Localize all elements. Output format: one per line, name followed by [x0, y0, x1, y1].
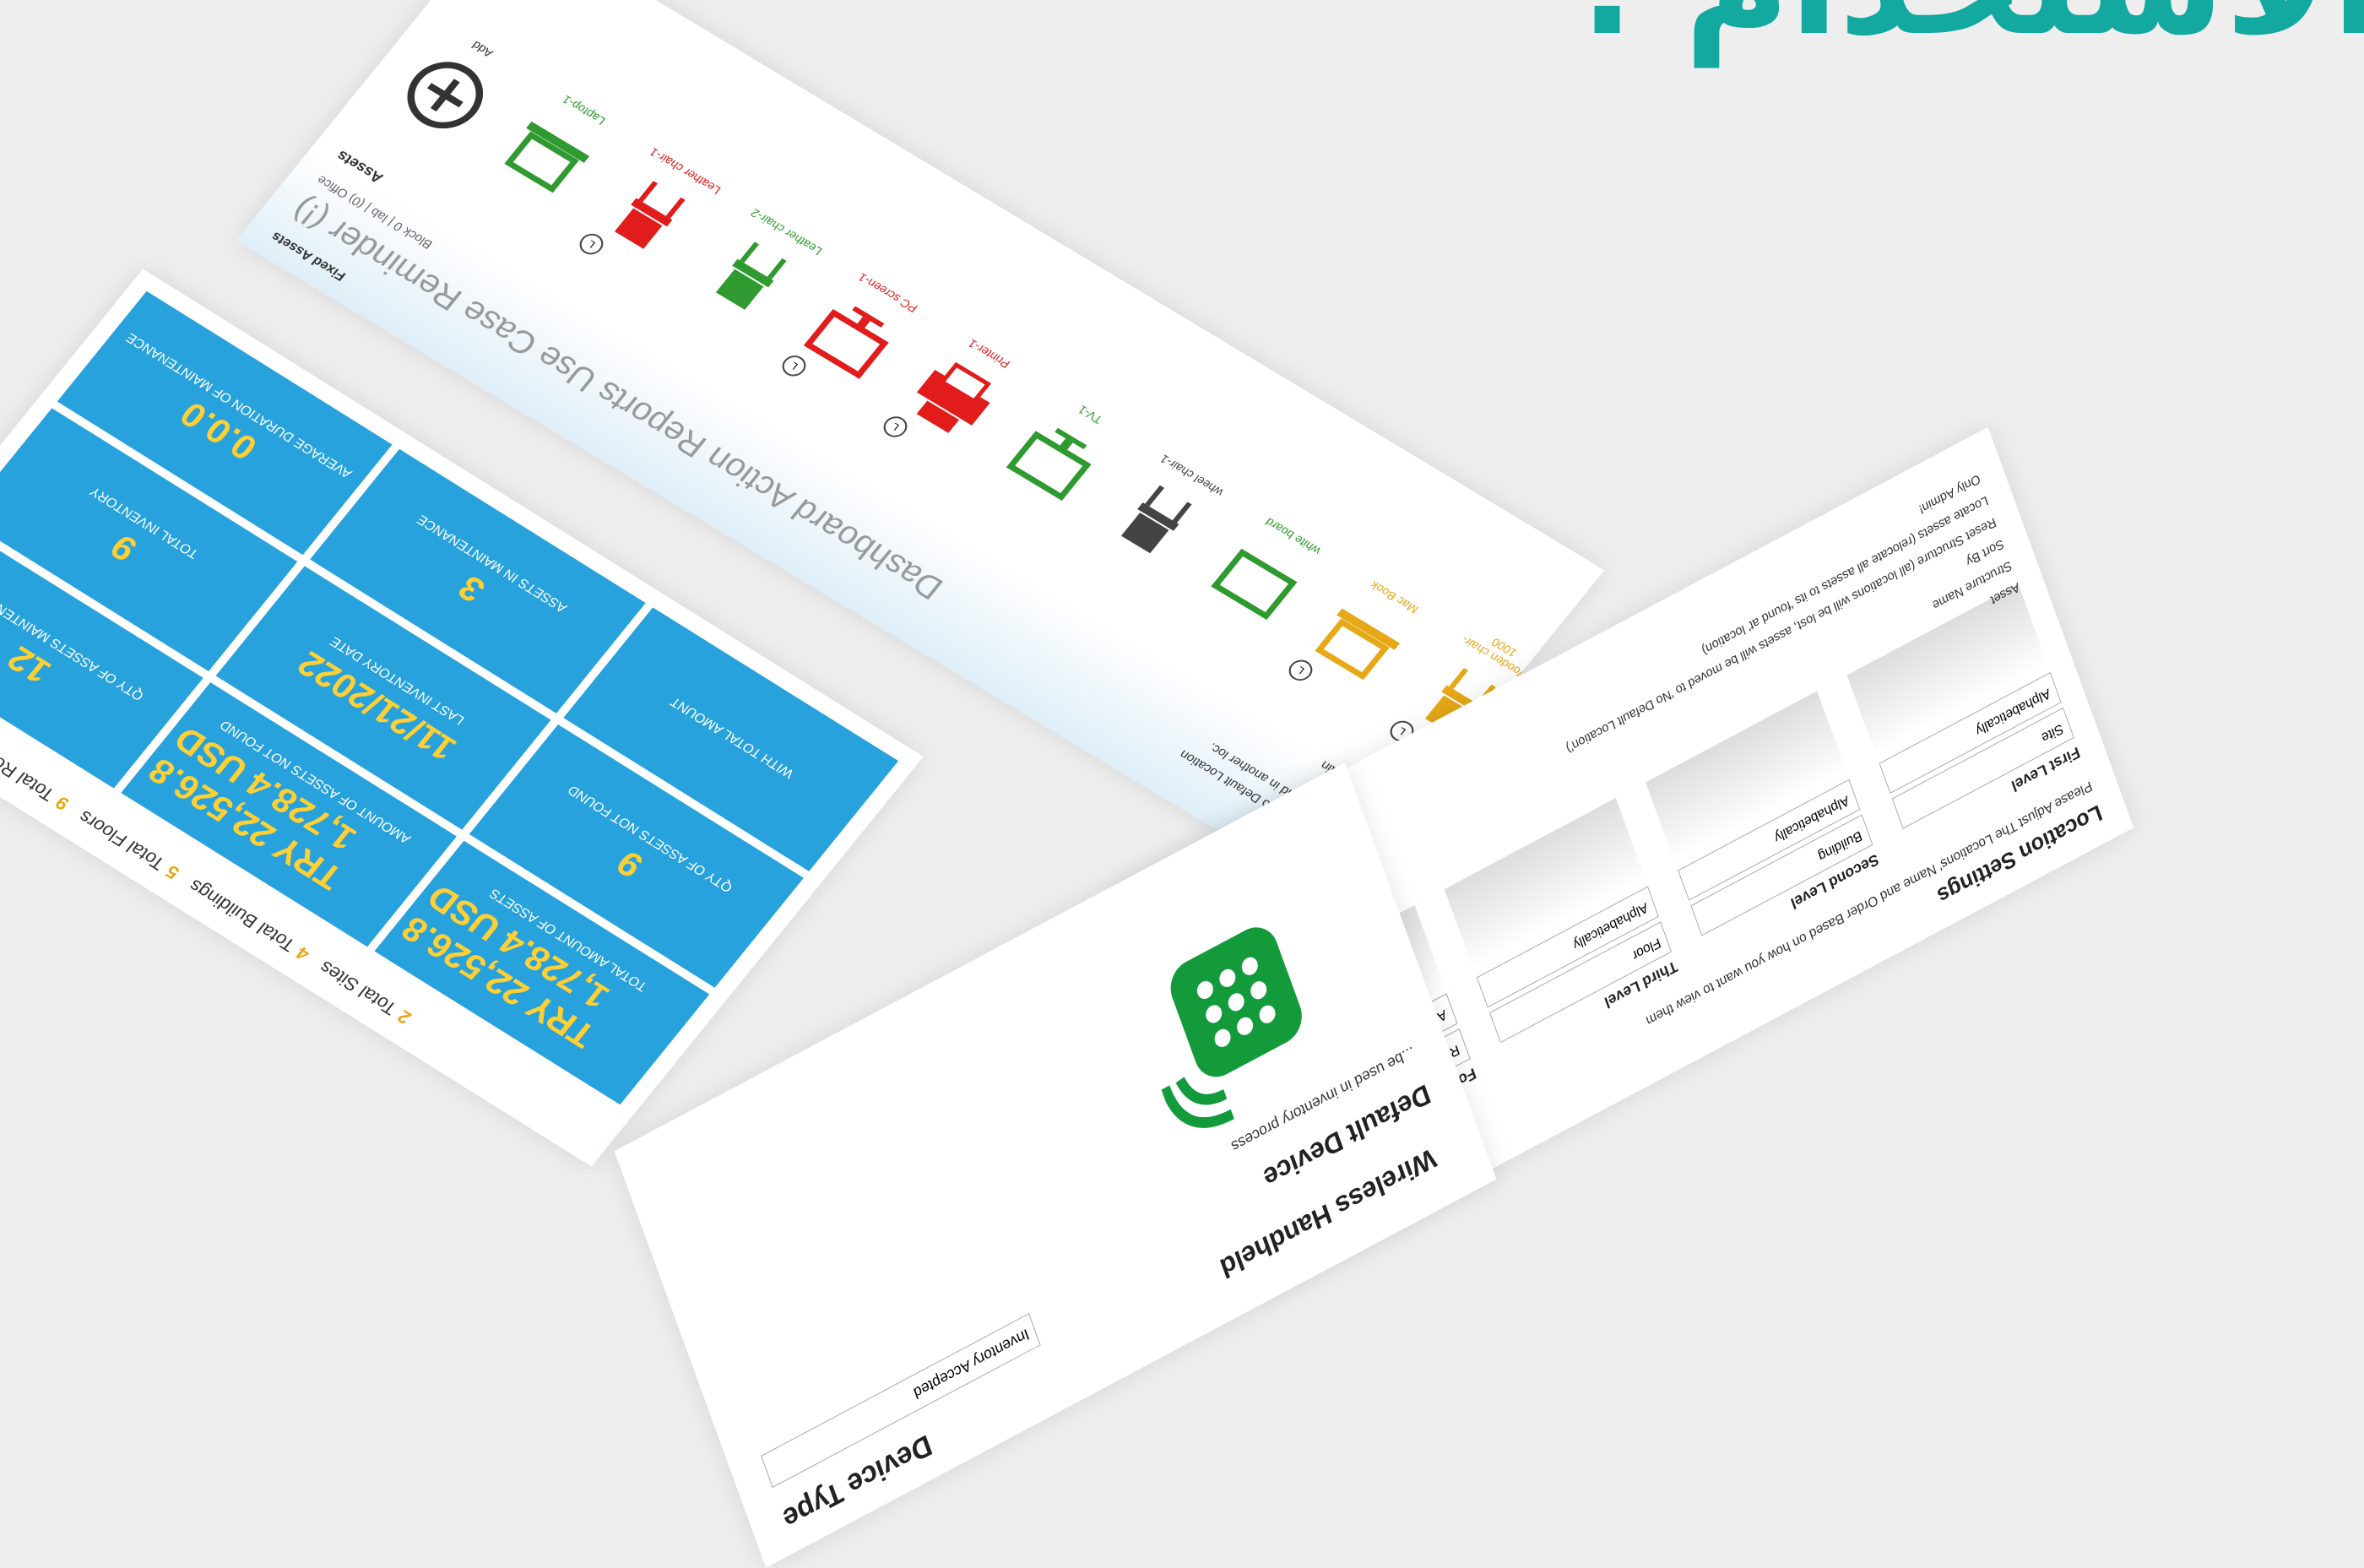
total-value: 2: [393, 1006, 415, 1028]
stat-label: With total amount: [667, 694, 797, 781]
total-value: 5: [161, 860, 184, 883]
total-label: Total Sites: [314, 957, 401, 1019]
stat-value: 9: [102, 527, 145, 569]
remote-icon: [1160, 927, 1302, 1128]
location-level: Third Level Floor Alphabetically: [1444, 798, 1679, 1065]
total-label: Total Floors: [73, 806, 170, 875]
total-value: 9: [51, 792, 73, 815]
total-value: 4: [291, 942, 314, 965]
stat-label: Assets in Maintenance: [414, 512, 570, 616]
stat-label: Total inventory: [87, 484, 202, 562]
stat-value: 9: [608, 843, 651, 886]
stat-value: 3: [450, 568, 492, 610]
page-headline: الاستخدام .: [1580, 0, 2364, 68]
